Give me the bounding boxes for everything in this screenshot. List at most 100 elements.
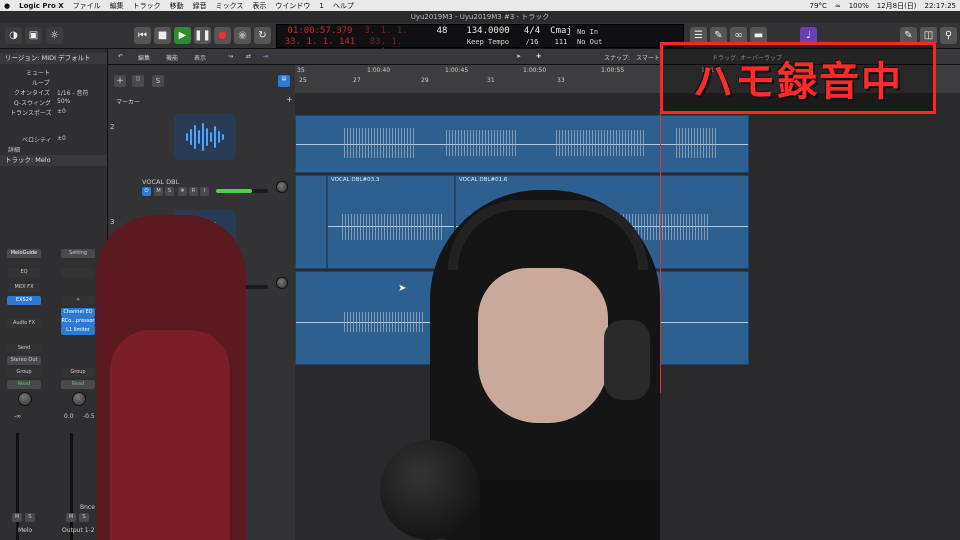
strip2-setting-button[interactable]: Setting xyxy=(61,249,95,258)
temperature-readout[interactable]: 79°C xyxy=(810,2,827,10)
edit-menu[interactable]: 編集 xyxy=(138,53,150,62)
strip2-plugin-1[interactable]: Channel EQ xyxy=(61,308,95,317)
track3-pan-knob[interactable] xyxy=(276,181,288,193)
global-solo-button[interactable]: S xyxy=(152,75,164,87)
strip1-volume-fader[interactable] xyxy=(16,433,19,540)
cycle-icon: ↻ xyxy=(258,30,267,41)
library-button[interactable]: ◑ xyxy=(5,27,22,44)
strip1-group-slot[interactable]: Group xyxy=(7,368,41,377)
strip1-instrument-slot[interactable]: EXS24 xyxy=(7,296,41,305)
menu-window[interactable]: ウインドウ xyxy=(275,1,310,11)
track4-pan-knob[interactable] xyxy=(276,277,288,289)
track3-record-enable[interactable]: R xyxy=(189,187,198,196)
audio-region-track3-a[interactable] xyxy=(295,175,327,269)
track-inspector-header[interactable]: トラック: Melo xyxy=(0,155,107,166)
strip2-group-slot[interactable]: Group xyxy=(61,368,95,377)
menu-help[interactable]: ヘルプ xyxy=(333,1,354,11)
battery-readout[interactable]: 100% xyxy=(849,2,869,10)
track3-name[interactable]: VOCAL DBL xyxy=(142,178,179,186)
quick-help-button[interactable]: ☼ xyxy=(46,27,63,44)
date-readout[interactable]: 12月8日(日) xyxy=(877,1,917,11)
lcd-tempo-mode: Keep Tempo xyxy=(466,38,510,46)
strip2-volume-fader[interactable] xyxy=(70,433,73,540)
track3-input-monitor[interactable]: I xyxy=(200,187,209,196)
record-icon: ● xyxy=(218,30,227,41)
strip1-pan-knob[interactable] xyxy=(18,392,32,406)
param-quantize-value[interactable]: 1/16 - 音符 xyxy=(57,88,88,97)
menu-edit[interactable]: 編集 xyxy=(110,1,124,11)
param-velocity-value[interactable]: ±0 xyxy=(57,135,66,142)
strip2-automation-mode[interactable]: Read xyxy=(61,380,95,389)
track3-power-icon[interactable]: ⏻ xyxy=(142,187,151,196)
more-disclosure[interactable]: 詳細 xyxy=(8,145,20,154)
strip2-solo-button[interactable]: S xyxy=(79,513,89,522)
menu-track[interactable]: トラック xyxy=(133,1,161,11)
menu-navigate[interactable]: 移動 xyxy=(170,1,184,11)
param-transpose-value[interactable]: ±0 xyxy=(57,108,66,115)
audio-region-track3-b[interactable]: VOCAL DBL#03.3 xyxy=(327,175,455,269)
lcd-display[interactable]: 01:00:57.379 33. 1. 1. 141 3. 1. 1. 83. … xyxy=(276,24,684,57)
play-icon: ▶ xyxy=(178,30,187,41)
strip2-plugin-2[interactable]: RCo...pressor xyxy=(61,317,95,326)
region-inspector-header[interactable]: リージョン: MIDI デフォルト xyxy=(0,53,107,64)
track3-mute-button[interactable]: M xyxy=(154,187,163,196)
strip1-output-slot[interactable]: Stereo Out xyxy=(7,356,41,365)
functions-menu[interactable]: 機能 xyxy=(166,53,178,62)
rewind-button[interactable]: ⏮ xyxy=(134,27,151,44)
apple-icon[interactable]: ● xyxy=(4,2,10,10)
track-view-icon[interactable]: ◫ xyxy=(132,75,144,87)
track3-freeze-icon[interactable]: ❄ xyxy=(178,187,187,196)
inspector-button[interactable]: ▣ xyxy=(25,27,42,44)
strip1-solo-button[interactable]: S xyxy=(25,513,35,522)
view-menu[interactable]: 表示 xyxy=(194,53,206,62)
track3-solo-button[interactable]: S xyxy=(165,187,174,196)
automation-icon[interactable]: ↝ xyxy=(228,53,233,60)
track2-number: 2 xyxy=(110,123,115,131)
lcd-key: Cmaj xyxy=(550,26,572,36)
strip1-setting-button[interactable]: MeloGuide xyxy=(7,249,41,258)
ruler-bar-4: 33 xyxy=(557,77,565,84)
strip1-audio-fx-slot[interactable]: Audio FX xyxy=(7,319,41,328)
menu-mix[interactable]: ミックス xyxy=(216,1,244,11)
wifi-icon[interactable]: ≈ xyxy=(835,2,841,10)
menu-1[interactable]: 1 xyxy=(319,2,323,10)
menu-view[interactable]: 表示 xyxy=(252,1,266,11)
track3-volume-slider[interactable] xyxy=(216,189,268,193)
strip2-plugin-3[interactable]: L1 limiter xyxy=(61,326,95,335)
strip2-link-icon[interactable]: ⚪ xyxy=(61,296,95,305)
pause-button[interactable]: ❚❚ xyxy=(194,27,211,44)
param-swing-value[interactable]: 50% xyxy=(57,98,70,105)
lcd-tempo: 134.0000 xyxy=(466,26,510,36)
strip1-mute-button[interactable]: M xyxy=(12,513,22,522)
secondary-tool-icon[interactable]: ✚ xyxy=(536,53,541,60)
cycle-button[interactable]: ↻ xyxy=(254,27,271,44)
strip2-eq-display[interactable] xyxy=(61,268,95,277)
record-button[interactable]: ● xyxy=(214,27,231,44)
strip1-eq-button[interactable]: EQ xyxy=(7,268,41,277)
clock-readout[interactable]: 22:17:25 xyxy=(925,2,956,10)
add-track-button[interactable]: + xyxy=(114,75,126,87)
menu-app-name[interactable]: Logic Pro X xyxy=(19,2,64,10)
stop-button[interactable]: ■ xyxy=(154,27,171,44)
back-arrow-icon[interactable]: ↶ xyxy=(118,53,123,60)
strip2-mute-button[interactable]: M xyxy=(66,513,76,522)
capture-button[interactable]: ◉ xyxy=(234,27,251,44)
snap-select[interactable]: スマート xyxy=(636,53,660,62)
audio-region-track2[interactable] xyxy=(295,115,749,173)
catch-icon[interactable]: ⇥ xyxy=(263,53,268,60)
waveform-burst xyxy=(342,214,442,240)
play-button[interactable]: ▶ xyxy=(174,27,191,44)
strip2-pan-knob[interactable] xyxy=(72,392,86,406)
playhead[interactable] xyxy=(660,93,661,393)
strip1-send-slot[interactable]: Send xyxy=(7,344,41,353)
flex-icon[interactable]: ⇄ xyxy=(246,53,251,60)
strip1-automation-mode[interactable]: Read xyxy=(7,380,41,389)
search-button[interactable]: ⚲ xyxy=(940,27,957,44)
global-tracks-icon[interactable]: ▤ xyxy=(278,75,290,87)
strip2-bounce-label[interactable]: Bnce xyxy=(80,504,95,511)
add-marker-button[interactable]: + xyxy=(286,95,293,104)
menu-record[interactable]: 録音 xyxy=(193,1,207,11)
menu-file[interactable]: ファイル xyxy=(73,1,101,11)
strip1-midi-fx-slot[interactable]: MIDI FX xyxy=(7,283,41,292)
pointer-tool-icon[interactable]: ➤ xyxy=(516,53,521,60)
